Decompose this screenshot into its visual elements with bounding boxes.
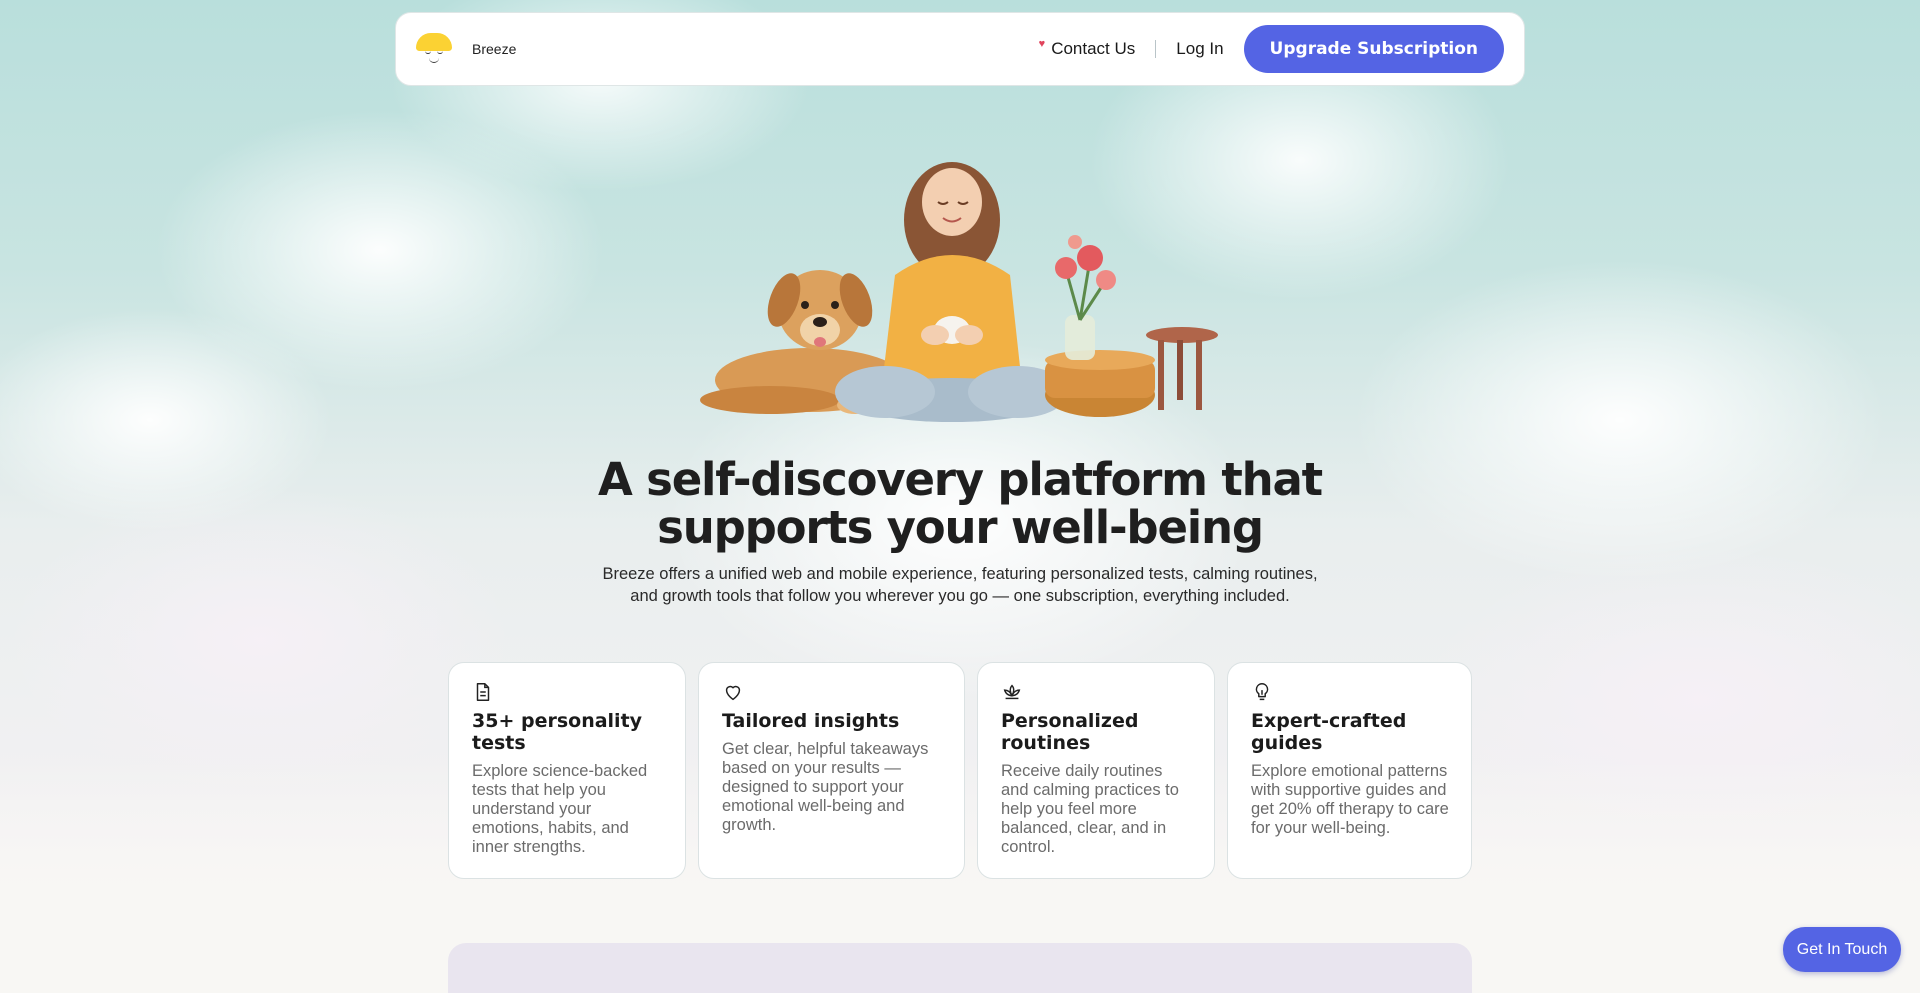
feature-title: Expert-crafted guides bbox=[1251, 710, 1407, 754]
hero-subtitle: Breeze offers a unified web and mobile e… bbox=[602, 565, 1318, 605]
header-actions: ♥ Contact Us Log In Upgrade Subscription bbox=[1039, 25, 1504, 73]
lightbulb-icon bbox=[1255, 683, 1269, 701]
nav-divider bbox=[1155, 40, 1157, 58]
feature-card-personality-tests: 35+ personality tests Explore science-ba… bbox=[448, 662, 686, 879]
breeze-logo-icon[interactable] bbox=[414, 29, 454, 69]
document-icon bbox=[476, 683, 490, 701]
brand-name[interactable]: Breeze bbox=[472, 41, 516, 57]
hero-illustration bbox=[700, 162, 1218, 422]
heart-icon: ♥ bbox=[1038, 38, 1046, 50]
lotus-icon bbox=[1003, 684, 1021, 700]
woman-illustration bbox=[835, 162, 1068, 422]
log-in-link[interactable]: Log In bbox=[1176, 39, 1223, 59]
contact-us-label: Contact Us bbox=[1051, 39, 1136, 58]
next-section-preview bbox=[448, 943, 1472, 993]
feature-card-tailored-insights: Tailored insights Get clear, helpful tak… bbox=[698, 662, 965, 879]
feature-card-expert-guides: Expert-crafted guides Explore emotional … bbox=[1227, 662, 1472, 879]
feature-description: Get clear, helpful takeaways based on yo… bbox=[722, 740, 929, 834]
contact-us-link[interactable]: ♥ Contact Us bbox=[1038, 38, 1136, 59]
feature-title: Tailored insights bbox=[722, 710, 900, 732]
decor-illustration bbox=[1045, 235, 1218, 417]
feature-title: 35+ personality tests bbox=[472, 710, 643, 754]
feature-description: Explore emotional patterns with supporti… bbox=[1251, 762, 1449, 837]
get-in-touch-button[interactable]: Get In Touch bbox=[1783, 927, 1901, 972]
feature-card-personalized-routines: Personalized routines Receive daily rout… bbox=[977, 662, 1215, 879]
feature-title: Personalized routines bbox=[1001, 710, 1139, 754]
feature-description: Explore science-backed tests that help y… bbox=[472, 762, 648, 856]
heart-icon bbox=[725, 685, 741, 701]
top-navigation-bar: Breeze ♥ Contact Us Log In Upgrade Subsc… bbox=[395, 12, 1525, 86]
hero-title: A self-discovery platform that supports … bbox=[598, 453, 1323, 554]
feature-description: Receive daily routines and calming pract… bbox=[1001, 762, 1179, 856]
upgrade-subscription-button[interactable]: Upgrade Subscription bbox=[1243, 25, 1504, 73]
